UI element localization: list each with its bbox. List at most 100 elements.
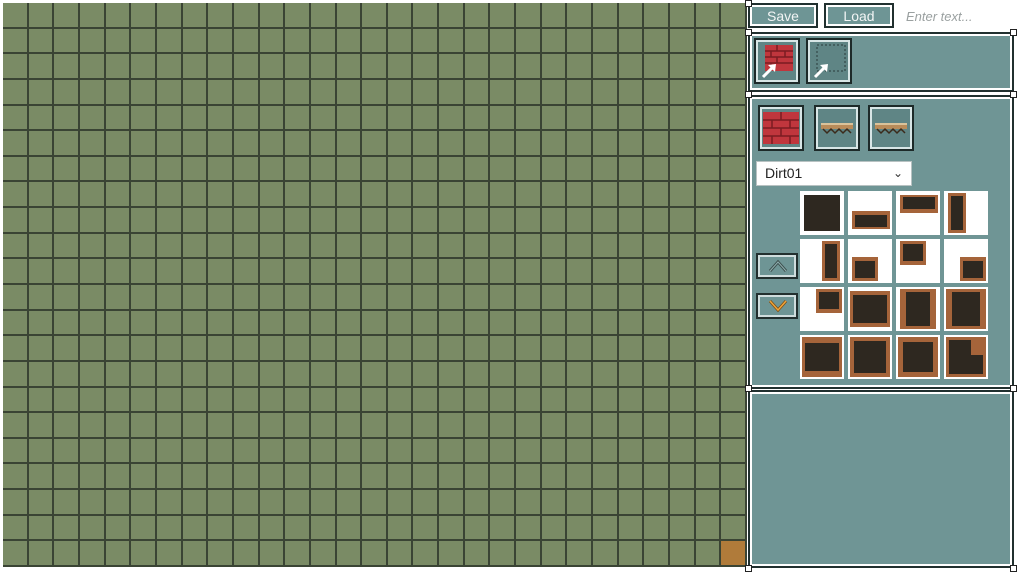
map-cell[interactable] xyxy=(413,515,440,542)
map-cell[interactable] xyxy=(490,387,517,414)
map-cell[interactable] xyxy=(79,464,106,491)
map-cell[interactable] xyxy=(182,208,209,234)
map-cell[interactable] xyxy=(310,515,337,542)
map-cell[interactable] xyxy=(131,156,157,183)
map-cell[interactable] xyxy=(644,156,671,183)
tile-option-dirt-bottom[interactable] xyxy=(848,191,892,235)
map-cell[interactable] xyxy=(285,387,311,414)
map-cell[interactable] xyxy=(721,28,747,55)
map-cell[interactable] xyxy=(336,156,363,183)
map-cell[interactable] xyxy=(105,310,132,337)
map-cell[interactable] xyxy=(79,515,106,542)
map-cell[interactable] xyxy=(28,515,55,542)
map-cell[interactable] xyxy=(644,310,671,337)
tile-map-canvas[interactable] xyxy=(3,3,747,567)
map-cell[interactable] xyxy=(567,259,594,285)
map-cell[interactable] xyxy=(79,387,106,414)
map-cell[interactable] xyxy=(413,285,440,311)
map-cell[interactable] xyxy=(670,259,696,285)
map-cell[interactable] xyxy=(208,490,234,516)
map-cell[interactable] xyxy=(208,310,234,337)
map-cell[interactable] xyxy=(310,387,337,414)
map-cell[interactable] xyxy=(285,310,311,337)
map-cell[interactable] xyxy=(593,336,619,362)
map-cell[interactable] xyxy=(644,54,671,80)
map-cell[interactable] xyxy=(695,131,722,157)
map-cell[interactable] xyxy=(721,515,747,542)
map-cell[interactable] xyxy=(644,541,671,567)
map-cell[interactable] xyxy=(28,208,55,234)
map-cell[interactable] xyxy=(285,515,311,542)
map-cell[interactable] xyxy=(516,387,542,414)
map-cell[interactable] xyxy=(516,310,542,337)
map-cell[interactable] xyxy=(490,105,517,132)
map-cell[interactable] xyxy=(413,208,440,234)
map-cell[interactable] xyxy=(285,464,311,491)
map-cell[interactable] xyxy=(310,182,337,209)
map-cell[interactable] xyxy=(721,131,747,157)
map-cell[interactable] xyxy=(721,413,747,439)
map-cell[interactable] xyxy=(233,54,260,80)
map-cell[interactable] xyxy=(567,336,594,362)
map-cell[interactable] xyxy=(233,413,260,439)
map-cell[interactable] xyxy=(208,182,234,209)
map-cell[interactable] xyxy=(464,387,491,414)
map-cell[interactable] xyxy=(721,105,747,132)
map-cell[interactable] xyxy=(54,285,80,311)
brush-slot-brick[interactable] xyxy=(754,38,800,84)
map-cell[interactable] xyxy=(541,156,568,183)
map-cell[interactable] xyxy=(3,156,29,183)
map-cell[interactable] xyxy=(413,336,440,362)
tile-option-dirt-t-up[interactable] xyxy=(800,335,844,379)
map-cell[interactable] xyxy=(54,3,80,29)
map-cell[interactable] xyxy=(285,156,311,183)
map-cell[interactable] xyxy=(618,208,645,234)
map-cell[interactable] xyxy=(310,490,337,516)
map-cell[interactable] xyxy=(567,438,594,465)
map-cell[interactable] xyxy=(593,361,619,388)
map-cell[interactable] xyxy=(387,361,414,388)
map-cell[interactable] xyxy=(259,54,286,80)
map-cell[interactable] xyxy=(336,259,363,285)
map-cell[interactable] xyxy=(131,541,157,567)
map-cell[interactable] xyxy=(310,310,337,337)
map-cell[interactable] xyxy=(208,3,234,29)
map-cell[interactable] xyxy=(105,515,132,542)
map-cell[interactable] xyxy=(156,208,183,234)
map-cell[interactable] xyxy=(695,310,722,337)
map-cell[interactable] xyxy=(3,208,29,234)
map-cell[interactable] xyxy=(208,156,234,183)
map-cell[interactable] xyxy=(233,285,260,311)
tileset-dropdown[interactable]: Dirt01 ⌄ xyxy=(756,161,912,186)
map-cell[interactable] xyxy=(208,259,234,285)
map-cell[interactable] xyxy=(79,490,106,516)
map-cell[interactable] xyxy=(516,541,542,567)
tile-option-dirt-corner-br[interactable] xyxy=(944,239,988,283)
map-cell[interactable] xyxy=(28,182,55,209)
map-cell[interactable] xyxy=(721,156,747,183)
map-cell[interactable] xyxy=(670,156,696,183)
map-cell[interactable] xyxy=(105,413,132,439)
map-cell[interactable] xyxy=(233,387,260,414)
map-cell[interactable] xyxy=(413,182,440,209)
map-cell[interactable] xyxy=(670,79,696,106)
map-cell[interactable] xyxy=(721,490,747,516)
map-cell[interactable] xyxy=(464,156,491,183)
map-cell[interactable] xyxy=(490,208,517,234)
map-cell[interactable] xyxy=(54,156,80,183)
map-cell[interactable] xyxy=(644,515,671,542)
map-cell[interactable] xyxy=(310,413,337,439)
map-cell[interactable] xyxy=(3,361,29,388)
map-cell[interactable] xyxy=(310,464,337,491)
map-cell[interactable] xyxy=(182,490,209,516)
resize-handle[interactable] xyxy=(1010,565,1017,572)
map-cell[interactable] xyxy=(567,464,594,491)
resize-handle[interactable] xyxy=(745,29,752,36)
map-cell[interactable] xyxy=(618,3,645,29)
map-cell[interactable] xyxy=(208,131,234,157)
map-cell[interactable] xyxy=(182,387,209,414)
map-cell[interactable] xyxy=(644,105,671,132)
map-cell[interactable] xyxy=(156,490,183,516)
map-cell[interactable] xyxy=(490,490,517,516)
map-cell[interactable] xyxy=(618,233,645,260)
